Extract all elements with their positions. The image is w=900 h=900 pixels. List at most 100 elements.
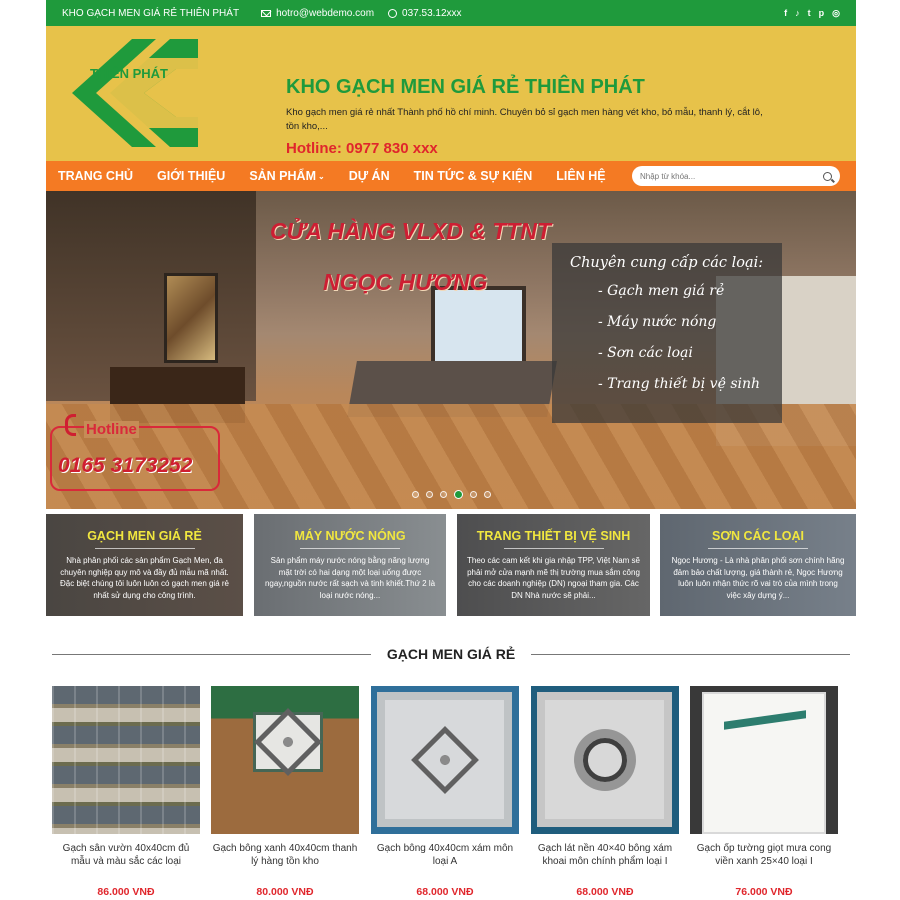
site-header: THIÊN PHÁT KHO GẠCH MEN GIÁ RẺ THIÊN PHÁ… [46, 26, 856, 161]
product-card[interactable]: Gạch ốp tường giọt mưa cong viền xanh 25… [690, 686, 838, 898]
tile-pattern [253, 708, 323, 776]
product-image[interactable] [371, 686, 519, 834]
tile-motif [582, 737, 627, 782]
slider-dot[interactable] [483, 491, 491, 498]
category-grid: GẠCH MEN GIÁ RẺ Nhà phân phối các sản ph… [46, 514, 856, 616]
product-name[interactable]: Gạch sân vườn 40x40cm đủ mẫu và màu sắc … [52, 842, 200, 870]
brand-hotline[interactable]: Hotline: 0977 830 xxx [286, 140, 438, 157]
slider-dot[interactable] [411, 491, 419, 498]
category-title[interactable]: MÁY NƯỚC NÓNG [254, 529, 446, 543]
top-phone[interactable]: 037.53.12xxx [388, 8, 462, 19]
divider [300, 548, 400, 549]
product-image[interactable] [531, 686, 679, 834]
main-nav: TRANG CHỦ GIỚI THIỆU SẢN PHẨM ⌄ DỰ ÁN TIN… [46, 161, 856, 191]
category-card[interactable]: SƠN CÁC LOẠI Ngọc Hương - Là nhà phân ph… [660, 514, 856, 616]
section-rule-right [531, 653, 850, 655]
nav-item-projects[interactable]: DỰ ÁN [349, 169, 390, 183]
product-price: 80.000 VNĐ [256, 886, 314, 898]
top-phone-text[interactable]: 037.53.12xxx [402, 8, 462, 19]
category-title[interactable]: TRANG THIẾT BỊ VỆ SINH [457, 529, 650, 543]
product-card[interactable]: Gạch sân vườn 40x40cm đủ mẫu và màu sắc … [52, 686, 200, 898]
slider-dot[interactable] [425, 491, 433, 498]
product-price: 86.000 VNĐ [97, 886, 155, 898]
product-image[interactable] [211, 686, 359, 834]
top-email-text[interactable]: hotro@webdemo.com [276, 8, 374, 19]
top-bar: KHO GẠCH MEN GIÁ RẺ THIÊN PHÁT hotro@web… [46, 0, 856, 26]
brand-description: Kho gạch men giá rẻ nhất Thành phố hồ ch… [286, 107, 763, 132]
divider [94, 548, 195, 549]
divider [708, 548, 808, 549]
nav-item-contact[interactable]: LIÊN HỆ [556, 169, 605, 183]
tile-pattern [377, 692, 512, 827]
tiktok-icon[interactable]: ♪ [795, 8, 800, 19]
top-email[interactable]: hotro@webdemo.com [261, 8, 374, 19]
logo[interactable] [72, 39, 198, 147]
product-card[interactable]: Gạch lát nền 40×40 bông xám khoai môn ch… [531, 686, 679, 898]
product-name[interactable]: Gạch bông xanh 40x40cm thanh lý hàng tồn… [211, 842, 359, 870]
category-description: Nhà phân phối các sản phẩm Gạch Men, đa … [60, 556, 229, 600]
banner-panel: Chuyên cung cấp các loại: - Gạch men giá… [552, 243, 782, 423]
phone-icon [65, 414, 76, 436]
social-links: f ♪ t p ◎ [784, 8, 840, 19]
banner-hotline-label: Hotline [84, 421, 139, 438]
slider-dot[interactable] [469, 491, 477, 498]
tile-motif [410, 725, 479, 794]
chevron-down-icon: ⌄ [317, 171, 325, 181]
section-rule-left [52, 653, 371, 655]
banner-subtitle: NGỌC HƯƠNG [323, 269, 488, 295]
tile-border-stripe [724, 710, 806, 730]
globe-icon[interactable]: ◎ [832, 8, 840, 19]
banner-title: CỬA HÀNG VLXD & TTNT [270, 218, 551, 244]
product-card[interactable]: Gạch bông 40x40cm xám môn loại A 68.000 … [371, 686, 519, 898]
search-box[interactable] [632, 166, 840, 186]
product-price: 68.000 VNĐ [416, 886, 474, 898]
phone-icon [388, 8, 398, 18]
top-site-name: KHO GẠCH MEN GIÁ RẺ THIÊN PHÁT [62, 7, 240, 19]
category-title[interactable]: SƠN CÁC LOẠI [660, 529, 856, 543]
product-image[interactable] [52, 686, 200, 834]
pinterest-icon[interactable]: p [819, 8, 825, 19]
product-card[interactable]: Gạch bông xanh 40x40cm thanh lý hàng tồn… [211, 686, 359, 898]
banner-artwork [164, 273, 218, 363]
tile-motif [254, 708, 322, 776]
banner-panel-item: - Trang thiết bị vệ sinh [598, 376, 761, 392]
nav-item-news[interactable]: TIN TỨC & SỰ KIỆN [414, 169, 533, 183]
facebook-icon[interactable]: f [784, 8, 787, 19]
slider-dots [46, 490, 856, 499]
category-title[interactable]: GẠCH MEN GIÁ RẺ [46, 529, 243, 543]
product-name[interactable]: Gạch lát nền 40×40 bông xám khoai môn ch… [531, 842, 679, 870]
product-name[interactable]: Gạch ốp tường giọt mưa cong viền xanh 25… [690, 842, 838, 870]
nav-item-products[interactable]: SẢN PHẨM ⌄ [249, 169, 324, 183]
logo-text: THIÊN PHÁT [90, 66, 168, 81]
category-description: Sản phẩm máy nước nóng bằng năng lượng m… [264, 556, 436, 600]
banner-panel-item: - Sơn các loại [598, 345, 693, 361]
search-icon[interactable] [823, 171, 832, 181]
banner-hotline-number[interactable]: 0165 3173252 [58, 454, 192, 478]
banner-panel-item: - Máy nước nóng [598, 314, 717, 330]
category-card[interactable]: TRANG THIẾT BỊ VỆ SINH Theo các cam kết … [457, 514, 650, 616]
product-price: 68.000 VNĐ [576, 886, 634, 898]
banner-window [431, 286, 526, 371]
search-input[interactable] [640, 171, 823, 181]
product-name[interactable]: Gạch bông 40x40cm xám môn loại A [371, 842, 519, 870]
tile-pattern [537, 692, 672, 827]
nav-item-about[interactable]: GIỚI THIỆU [157, 169, 225, 183]
divider [503, 548, 604, 549]
banner-panel-title: Chuyên cung cấp các loại: [570, 255, 764, 271]
hero-banner[interactable]: CỬA HÀNG VLXD & TTNT NGỌC HƯƠNG Chuyên c… [46, 191, 856, 509]
product-image[interactable] [690, 686, 838, 834]
category-card[interactable]: MÁY NƯỚC NÓNG Sản phẩm máy nước nóng bằn… [254, 514, 446, 616]
category-card[interactable]: GẠCH MEN GIÁ RẺ Nhà phân phối các sản ph… [46, 514, 243, 616]
section-heading: GẠCH MEN GIÁ RẺ [52, 644, 850, 664]
brand-title: KHO GẠCH MEN GIÁ RẺ THIÊN PHÁT [286, 76, 645, 98]
twitter-icon[interactable]: t [808, 8, 811, 19]
section-title: GẠCH MEN GIÁ RẺ [386, 646, 516, 662]
slider-dot[interactable] [439, 491, 447, 498]
tile-pattern [702, 692, 826, 834]
nav-item-home[interactable]: TRANG CHỦ [58, 169, 133, 183]
slider-dot[interactable] [453, 490, 463, 499]
product-price: 76.000 VNĐ [735, 886, 793, 898]
banner-panel-item: - Gạch men giá rẻ [598, 283, 725, 299]
category-description: Ngọc Hương - Là nhà phân phối sơn chính … [671, 556, 845, 600]
mail-icon [261, 9, 272, 17]
